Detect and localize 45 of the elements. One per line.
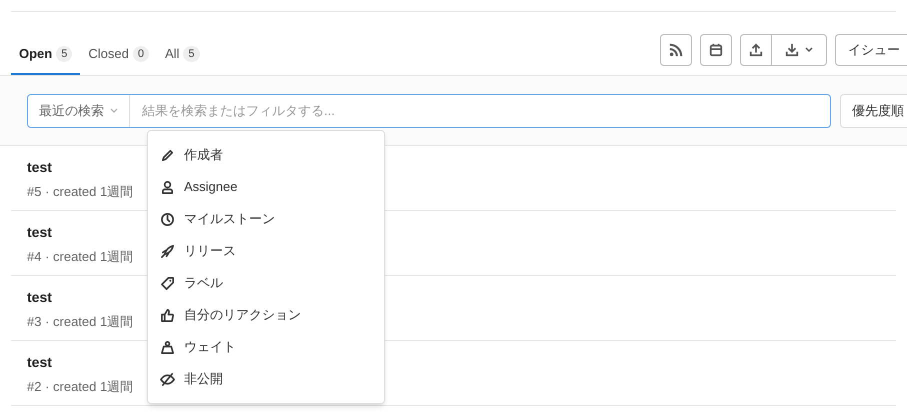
filter-option[interactable]: ラベル — [148, 267, 384, 299]
download-icon — [785, 42, 799, 56]
rocket-icon — [160, 244, 175, 258]
tab-label: All — [164, 45, 180, 64]
weight-icon — [160, 340, 175, 354]
calendar-icon — [709, 42, 723, 56]
caret-icon — [110, 108, 118, 114]
tag-icon — [160, 276, 175, 290]
thumbs-up-icon — [160, 308, 175, 322]
filter-option[interactable]: 自分のリアクション — [148, 299, 384, 331]
tab-label: Closed — [88, 45, 129, 64]
filter-option[interactable]: 作成者 — [148, 139, 384, 171]
rss-button[interactable] — [660, 34, 692, 66]
count-badge: 5 — [56, 46, 72, 62]
upload-icon — [749, 42, 763, 56]
issue-meta: #5 · created 1週間 — [27, 183, 134, 201]
new-issue-button[interactable]: イシュー — [835, 34, 907, 66]
issue-title[interactable]: test — [27, 157, 52, 178]
recent-searches-label: 最近の検索 — [39, 102, 104, 120]
caret-icon — [805, 46, 813, 52]
rss-icon — [669, 42, 683, 56]
clock-icon — [160, 212, 175, 226]
issue-tab[interactable]: All 5 — [156, 35, 208, 75]
issue-meta: #4 · created 1週間 — [27, 248, 134, 266]
issue-title[interactable]: test — [27, 222, 52, 243]
filter-option[interactable]: ウェイト — [148, 331, 384, 363]
filter-option[interactable]: マイルストーン — [148, 203, 384, 235]
issue-tab[interactable]: Closed 0 — [80, 35, 157, 75]
sort-button[interactable]: 優先度順 — [840, 94, 907, 128]
issue-title[interactable]: test — [27, 352, 52, 373]
filter-option[interactable]: 非公開 — [148, 363, 384, 395]
calendar-button[interactable] — [700, 34, 732, 66]
pencil-icon — [160, 148, 175, 162]
count-badge: 0 — [132, 46, 149, 62]
count-badge: 5 — [183, 46, 200, 62]
issue-meta: #3 · created 1週間 — [27, 313, 134, 331]
recent-searches-dropdown[interactable]: 最近の検索 — [28, 94, 130, 126]
issue-meta: #2 · created 1週間 — [27, 378, 134, 396]
search-field[interactable]: 最近の検索 結果を検索またはフィルタする... — [27, 94, 831, 128]
filter-option[interactable]: Assignee — [148, 171, 384, 203]
issue-title[interactable]: test — [27, 287, 52, 308]
filter-option[interactable]: リリース — [148, 235, 384, 267]
eye-slash-icon — [160, 372, 175, 386]
user-icon — [160, 180, 175, 194]
tab-label: Open — [19, 45, 52, 64]
